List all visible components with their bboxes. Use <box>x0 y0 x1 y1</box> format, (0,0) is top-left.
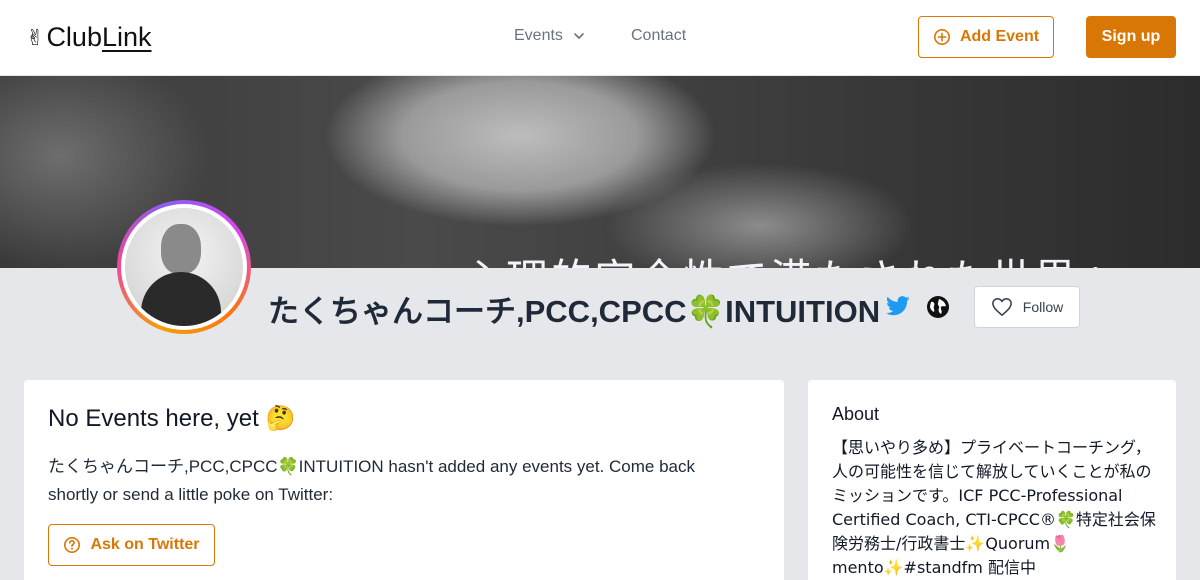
profile-name: たくちゃんコーチ,PCC,CPCC🍀INTUITION <box>268 294 881 329</box>
ask-on-twitter-button[interactable]: Ask on Twitter <box>48 524 215 566</box>
twitter-icon[interactable] <box>886 295 910 317</box>
signup-button[interactable]: Sign up <box>1086 16 1176 58</box>
clublink-logo[interactable]: ✌ Club Link <box>26 22 152 53</box>
nav-contact-link[interactable]: Contact <box>631 27 686 45</box>
logo-text-club: Club <box>46 22 102 52</box>
heart-icon <box>991 298 1012 316</box>
chevron-down-icon <box>574 33 584 39</box>
about-card-text: 【思いやり多め】プライベートコーチング，人の可能性を信じて解放していくことが私の… <box>832 438 1156 577</box>
about-card: About 【思いやり多め】プライベートコーチング，人の可能性を信じて解放してい… <box>808 380 1176 580</box>
plus-circle-icon <box>933 28 950 46</box>
banner-overlay-text: 心理的安全性で満たされた世界へ <box>462 246 1122 268</box>
follow-label: Follow <box>1022 299 1064 315</box>
globe-icon[interactable] <box>926 295 950 319</box>
nav-events-label: Events <box>514 27 563 44</box>
events-card-message: たくちゃんコーチ,PCC,CPCC🍀INTUITION hasn't added… <box>48 457 695 504</box>
nav-events-dropdown[interactable]: Events <box>514 27 585 45</box>
avatar <box>117 200 251 334</box>
about-card-title: About <box>832 404 880 424</box>
question-circle-icon <box>64 536 81 554</box>
events-card: No Events here, yet 🤔 たくちゃんコーチ,PCC,CPCC🍀… <box>24 380 784 580</box>
ask-on-twitter-label: Ask on Twitter <box>90 536 200 553</box>
add-event-button[interactable]: Add Event <box>918 16 1054 58</box>
site-header: ✌ Club Link Events Contact Add Event Sign… <box>0 0 1200 76</box>
victory-hand-icon: ✌ <box>26 24 45 50</box>
events-card-title: No Events here, yet 🤔 <box>48 405 296 432</box>
logo-text-link: Link <box>101 22 152 52</box>
avatar-photo <box>125 208 243 326</box>
follow-button[interactable]: Follow <box>974 286 1080 328</box>
add-event-label: Add Event <box>959 28 1040 45</box>
